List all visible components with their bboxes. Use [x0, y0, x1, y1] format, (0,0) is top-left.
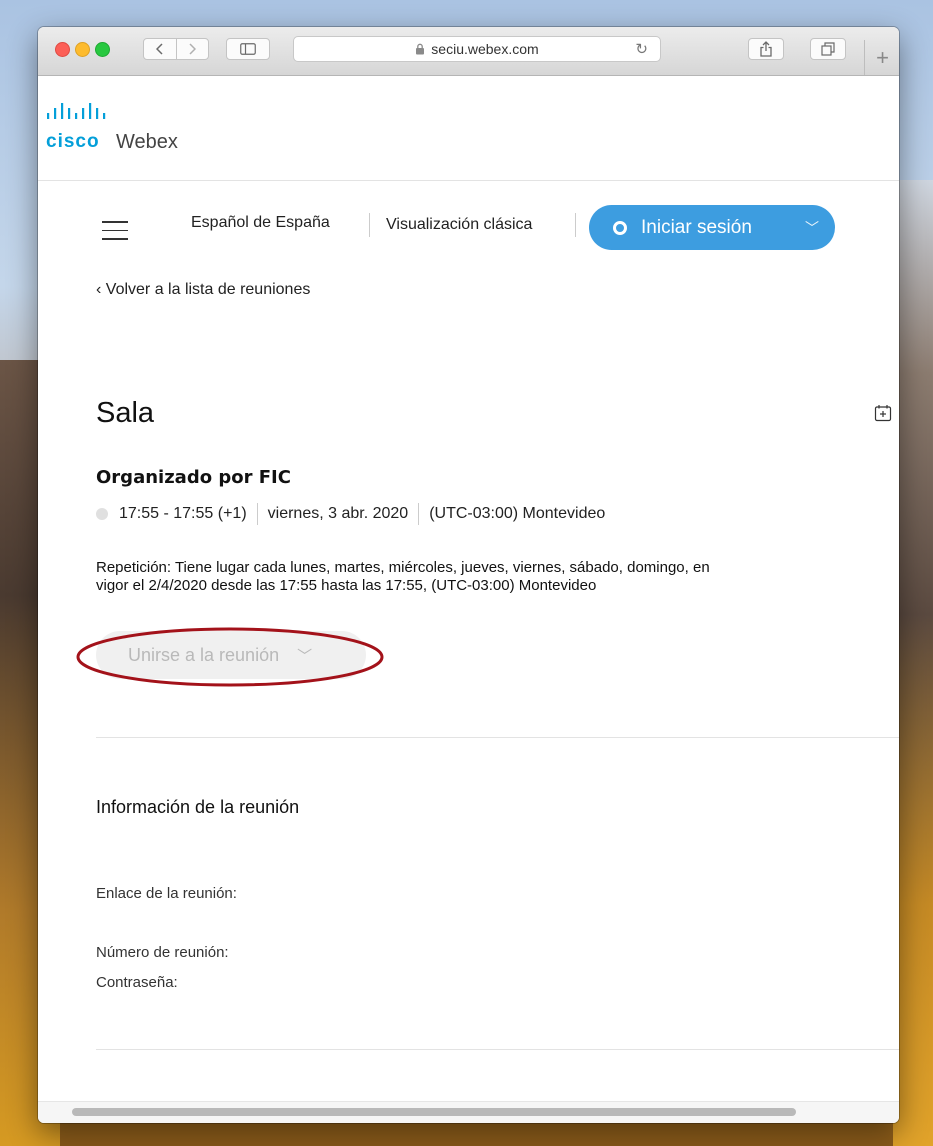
url-text: seciu.webex.com [431, 41, 539, 57]
meeting-password-label: Contraseña: [96, 974, 178, 991]
meeting-time-row: 17:55 - 17:55 (+1) viernes, 3 abr. 2020 … [96, 503, 605, 525]
sidebar-toggle-button[interactable] [226, 38, 270, 60]
plus-icon: + [876, 44, 889, 70]
chevron-down-icon: ﹀ [805, 219, 819, 236]
webex-ring-icon [613, 220, 627, 235]
meeting-time: 17:55 - 17:55 (+1) [119, 505, 247, 522]
browser-window: seciu.webex.com ↻ + cisco Webex Español … [38, 27, 899, 1123]
meeting-title: Sala [96, 397, 155, 429]
horizontal-scrollbar-thumb[interactable] [72, 1108, 796, 1116]
time-divider [256, 503, 258, 525]
history-nav-group [143, 38, 209, 60]
recurrence-line: Repetición: Tiene lugar cada lunes, mart… [96, 559, 710, 576]
meeting-info-heading: Información de la reunión [96, 797, 300, 817]
forward-button[interactable] [175, 39, 209, 59]
tabs-overview-icon [821, 42, 835, 56]
meeting-timezone: (UTC-03:00) Montevideo [429, 505, 606, 522]
section-divider [96, 1049, 899, 1050]
add-to-calendar-icon[interactable] [874, 404, 892, 422]
share-icon [760, 41, 772, 57]
back-link-label: Volver a la lista de reuniones [105, 281, 311, 298]
meeting-link-label: Enlace de la reunión: [96, 885, 237, 902]
desktop-wallpaper-right [893, 180, 933, 1146]
reload-icon[interactable]: ↻ [635, 40, 648, 58]
cisco-logo-bars-icon [47, 103, 106, 119]
cisco-logo-text: cisco [46, 131, 100, 152]
status-dot-icon [96, 508, 108, 520]
back-button[interactable] [144, 39, 176, 59]
menu-hamburger-icon[interactable] [102, 221, 128, 247]
address-bar[interactable]: seciu.webex.com ↻ [293, 36, 661, 62]
meeting-date: viernes, 3 abr. 2020 [267, 505, 409, 522]
time-divider [418, 503, 420, 525]
webex-logo-text: Webex [116, 131, 178, 153]
recurrence-line: vigor el 2/4/2020 desde las 17:55 hasta … [96, 577, 597, 594]
new-tab-button[interactable]: + [864, 40, 899, 75]
section-divider [96, 737, 899, 738]
zoom-window-button[interactable] [95, 42, 110, 57]
lock-icon [416, 43, 425, 55]
minimize-window-button[interactable] [75, 42, 90, 57]
close-window-button[interactable] [55, 42, 70, 57]
site-header: cisco Webex [38, 76, 899, 181]
meeting-number-label: Número de reunión: [96, 944, 229, 961]
classic-view-link[interactable]: Visualización clásica [386, 216, 532, 234]
meeting-recurrence: Repetición: Tiene lugar cada lunes, mart… [96, 559, 896, 595]
nav-divider [369, 213, 370, 237]
sign-in-button[interactable]: Iniciar sesión ﹀ [589, 205, 835, 250]
highlight-annotation-oval [76, 627, 384, 687]
show-tabs-button[interactable] [810, 38, 846, 60]
language-selector[interactable]: Español de España [191, 214, 330, 232]
nav-divider [575, 213, 576, 237]
horizontal-scrollbar[interactable] [38, 1101, 899, 1123]
meeting-host: Organizado por FIC [96, 467, 291, 488]
sign-in-label: Iniciar sesión [641, 216, 752, 238]
chevron-left-icon: ‹ [96, 281, 102, 298]
sidebar-icon [240, 43, 256, 55]
chevron-left-icon [155, 43, 163, 55]
browser-toolbar: seciu.webex.com ↻ + [38, 27, 899, 76]
share-button[interactable] [748, 38, 784, 60]
back-to-meetings-link[interactable]: ‹ Volver a la lista de reuniones [96, 281, 310, 299]
chevron-right-icon [189, 43, 197, 55]
